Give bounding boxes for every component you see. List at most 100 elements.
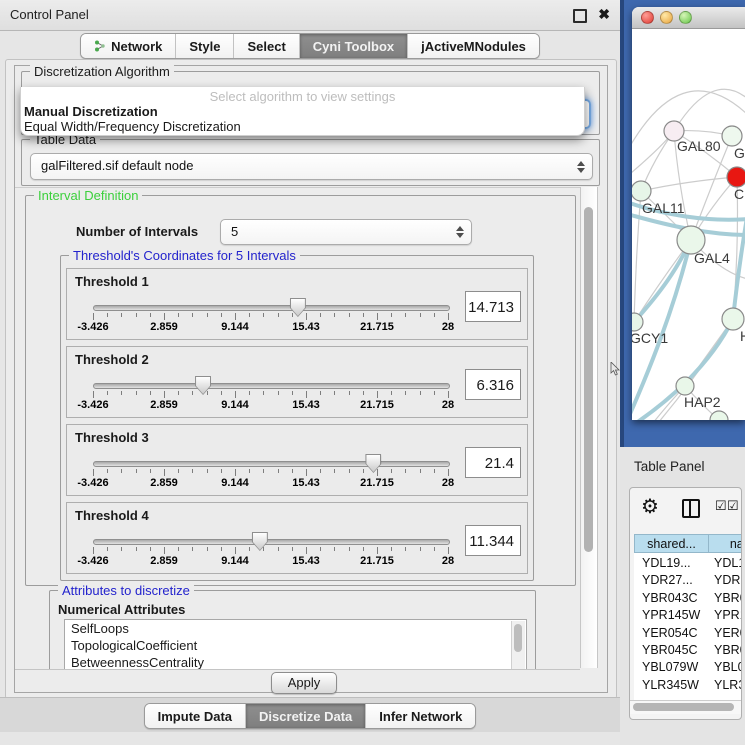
slider-tick (249, 313, 250, 317)
slider-tick (93, 469, 94, 476)
minimize-traffic-light[interactable] (660, 11, 673, 24)
list-scrollbar-thumb[interactable] (514, 624, 522, 652)
column-layout-icon[interactable] (682, 499, 700, 518)
slider-track[interactable] (93, 305, 450, 311)
slider-tick (405, 547, 406, 551)
column-header-shared-name[interactable]: shared... (634, 534, 709, 553)
slider-tick (420, 547, 421, 551)
popup-option-manual-discretization[interactable]: Manual Discretization (21, 104, 584, 119)
slider-track[interactable] (93, 461, 450, 467)
table-row[interactable]: YBL079WYBL0 (634, 659, 742, 676)
close-traffic-light[interactable] (641, 11, 654, 24)
close-icon[interactable]: ✖ (598, 6, 610, 23)
table-cell: YBR045C (642, 642, 708, 659)
table-row[interactable]: YIL052CYIL0 (634, 694, 742, 695)
table-row[interactable]: YBR043CYBR0 (634, 590, 742, 607)
table-row[interactable]: YLR345WYLR3 (634, 677, 742, 694)
threshold-value-field[interactable]: 21.4 (465, 447, 521, 478)
slider-track[interactable] (93, 383, 450, 389)
tab-select[interactable]: Select (234, 34, 299, 58)
table-data-selected: galFiltered.sif default node (41, 154, 193, 178)
slider-tick-label: 15.43 (292, 321, 320, 333)
slider-tick (377, 313, 378, 320)
slider-handle[interactable] (252, 532, 268, 551)
slider-tick (334, 547, 335, 551)
tab-style[interactable]: Style (176, 34, 234, 58)
attribute-list-item[interactable]: TopologicalCoefficient (65, 637, 526, 654)
tab-jactivemnodules[interactable]: jActiveMNodules (408, 34, 539, 58)
slider-tick-label: 9.144 (221, 555, 249, 567)
float-window-icon[interactable] (573, 9, 587, 23)
slider-tick (420, 313, 421, 317)
network-canvas[interactable]: GAL80GACGAL11GAL4GCY1HHAP2 (632, 29, 745, 420)
network-node-red-node[interactable] (727, 167, 745, 187)
table-row[interactable]: YBR045CYBR0 (634, 642, 742, 659)
slider-tick (235, 313, 236, 320)
tab-discretize-data[interactable]: Discretize Data (246, 704, 366, 728)
slider-handle[interactable] (365, 454, 381, 473)
network-node-h[interactable] (722, 308, 744, 330)
list-scrollbar[interactable] (511, 621, 525, 669)
num-intervals-value: 5 (231, 220, 238, 244)
table-row[interactable]: YDR27...YDR2 (634, 572, 742, 589)
threshold-row-threshold-3: Threshold 3-3.4262.8599.14415.4321.71528… (66, 424, 528, 496)
table-data-combo[interactable]: galFiltered.sif default node (30, 153, 593, 180)
tab-cyni-toolbox[interactable]: Cyni Toolbox (300, 34, 408, 58)
tab-network[interactable]: Network (81, 34, 176, 58)
threshold-label: Threshold 4 (75, 508, 149, 523)
network-node-ga[interactable] (722, 126, 742, 146)
slider-tick (405, 469, 406, 473)
table-row[interactable]: YDL19...YDL1 (634, 555, 742, 572)
network-node-hap2[interactable] (676, 377, 694, 395)
num-intervals-combo[interactable]: 5 (220, 219, 472, 245)
network-window-titlebar[interactable] (632, 7, 745, 29)
slider-tick (349, 313, 350, 317)
threshold-value-field[interactable]: 14.713 (465, 291, 521, 322)
node-label: C (734, 186, 744, 202)
zoom-traffic-light[interactable] (679, 11, 692, 24)
control-panel-titlebar: Control Panel ✖ (0, 0, 620, 31)
table-hscrollbar-thumb[interactable] (633, 703, 734, 711)
tab-impute-data[interactable]: Impute Data (145, 704, 246, 728)
panel-scrollbar-thumb[interactable] (584, 207, 593, 552)
network-node-gal11[interactable] (632, 181, 651, 201)
slider-tick (306, 547, 307, 554)
gear-icon[interactable]: ⚙ (641, 494, 659, 519)
attribute-list-item[interactable]: SelfLoops (65, 620, 526, 637)
checkbox-icon[interactable]: ☑ (727, 498, 739, 514)
attributes-listbox: SelfLoopsTopologicalCoefficientBetweenne… (64, 619, 527, 670)
network-edge (733, 211, 745, 319)
threshold-value-field[interactable]: 11.344 (465, 525, 521, 556)
tab-label: jActiveMNodules (421, 39, 526, 54)
panel-scrollbar[interactable] (580, 187, 598, 668)
slider-tick (434, 313, 435, 317)
slider-track[interactable] (93, 539, 450, 545)
table-panel-title: Table Panel (634, 459, 705, 474)
table-hscrollbar[interactable] (630, 700, 741, 714)
attribute-list-item[interactable]: BetweennessCentrality (65, 654, 526, 670)
popup-option-equal-width-frequency-discretization[interactable]: Equal Width/Frequency Discretization (21, 119, 584, 134)
slider-tick (178, 391, 179, 395)
table-row[interactable]: YER054CYER0 (634, 625, 742, 642)
group-title: Discretization Algorithm (30, 64, 174, 79)
table-row[interactable]: YPR145WYPR1 (634, 607, 742, 624)
tab-label: Select (247, 39, 285, 54)
algorithm-dropdown-popup: Select algorithm to view settings Manual… (20, 87, 585, 136)
slider-tick (235, 469, 236, 476)
slider-tick (434, 391, 435, 395)
table-cell: YIL052C (642, 694, 708, 695)
checkbox-icon[interactable]: ☑ (715, 498, 727, 514)
slider-tick-label: 2.859 (150, 555, 178, 567)
tab-infer-network[interactable]: Infer Network (366, 704, 475, 728)
slider-handle[interactable] (195, 376, 211, 395)
slider-tick-label: 15.43 (292, 555, 320, 567)
tab-label: Impute Data (158, 709, 232, 724)
numerical-attributes-label: Numerical Attributes (58, 602, 185, 617)
apply-button[interactable]: Apply (271, 672, 337, 694)
network-edge (641, 177, 737, 191)
network-node-node-br[interactable] (710, 411, 728, 420)
slider-tick (263, 391, 264, 395)
table-cell: YER0 (714, 625, 742, 642)
threshold-value-field[interactable]: 6.316 (465, 369, 521, 400)
column-header-name[interactable]: name (708, 534, 742, 553)
